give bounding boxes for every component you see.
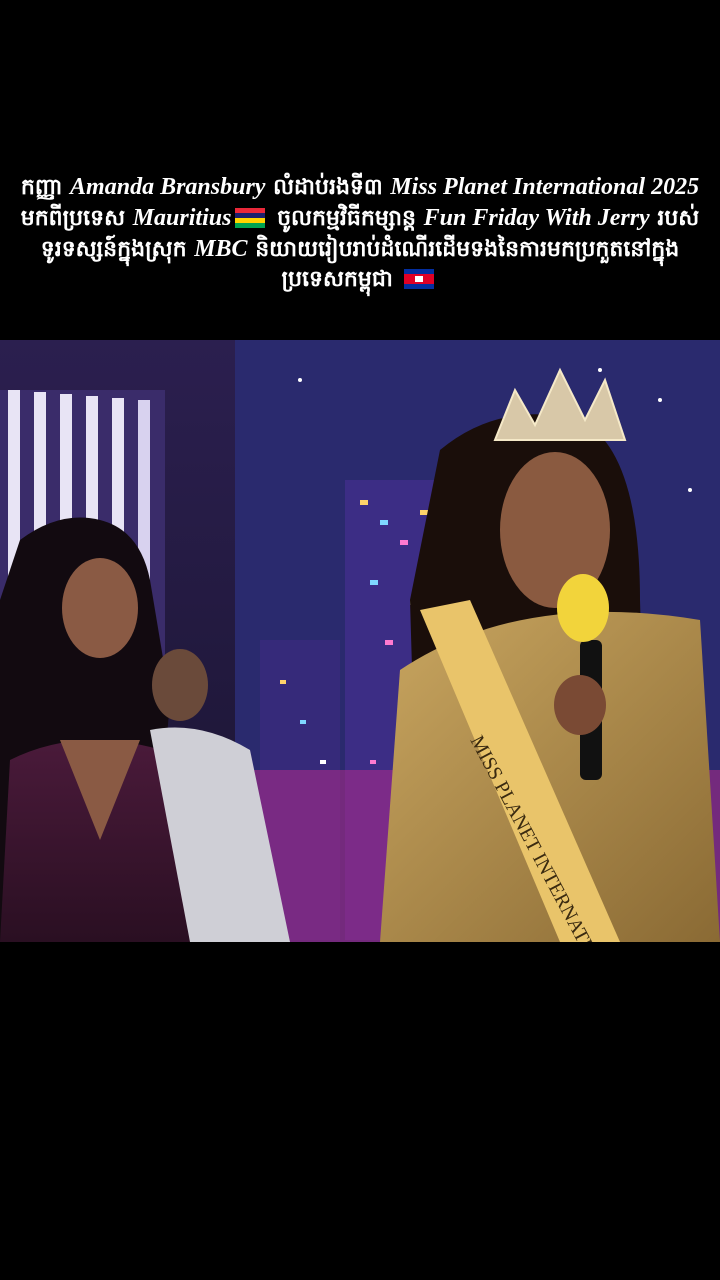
post-caption: កញ្ញា Amanda Bransbury លំដាប់រងទី៣ Miss … bbox=[20, 172, 700, 295]
mauritius-flag-icon bbox=[235, 208, 266, 228]
caption-latin-text: Amanda Bransbury bbox=[70, 174, 266, 200]
caption-khmer-text: លំដាប់រងទី៣ bbox=[265, 175, 391, 200]
video-player[interactable]: MISS PLANET INTERNATIONAL bbox=[0, 340, 720, 942]
caption-khmer-text: កញ្ញា bbox=[20, 175, 71, 200]
cambodia-flag-icon bbox=[404, 269, 435, 289]
caption-latin-text: MBC bbox=[194, 236, 248, 262]
caption-khmer-text: និយាយរៀបរាប់ដំណើរដើមទងនៃការមកប្រកួតនៅក្ន… bbox=[247, 237, 680, 292]
video-frame: MISS PLANET INTERNATIONAL bbox=[0, 340, 720, 942]
caption-khmer-text: ចូលកម្មវិធីកម្សាន្ត bbox=[269, 206, 424, 231]
caption-latin-text: Mauritius bbox=[132, 205, 232, 231]
caption-khmer-text: មកពីប្រទេស bbox=[20, 206, 133, 231]
microphone-icon bbox=[557, 574, 609, 642]
caption-latin-text: Fun Friday With Jerry bbox=[423, 205, 650, 231]
caption-latin-text: Miss Planet International 2025 bbox=[390, 174, 700, 200]
